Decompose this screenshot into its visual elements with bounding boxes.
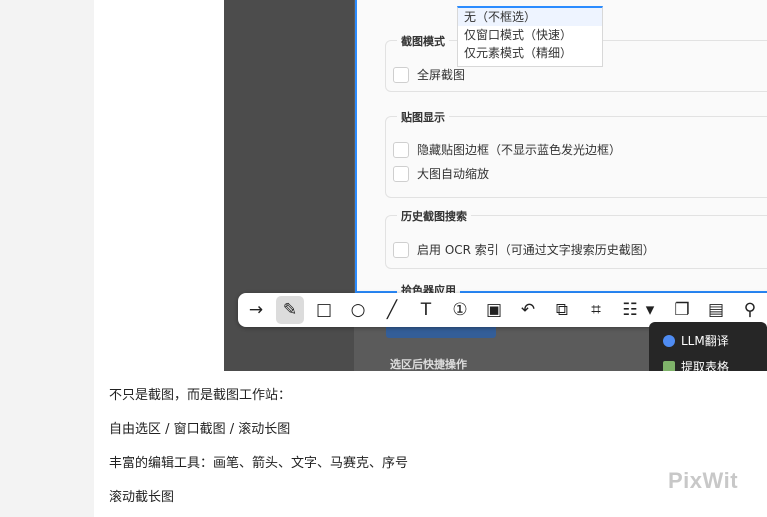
table-icon bbox=[663, 360, 675, 371]
embedded-screenshot: 截图模式 全屏截图 贴图显示 隐藏贴图边框（不显示蓝色发光边框） 大图自动缩放 … bbox=[224, 0, 767, 371]
checkbox[interactable] bbox=[393, 141, 409, 158]
article-line-intro: 不只是截图，而是截图工作站： bbox=[109, 388, 292, 403]
pen-icon[interactable]: ✎ bbox=[276, 296, 304, 324]
translate-icon[interactable]: ⧉ bbox=[548, 296, 576, 324]
dropdown-arrow-icon[interactable]: ▾ bbox=[642, 296, 658, 324]
pin-icon[interactable]: ⚲ bbox=[736, 296, 764, 324]
watermark-logo: PixWit bbox=[668, 468, 739, 493]
option-enable-ocr-index[interactable]: 启用 OCR 索引（可通过文字搜索历史截图） bbox=[393, 241, 655, 258]
quick-action-section-title: 选区后快捷操作 bbox=[390, 358, 467, 371]
menu-item-llm-translate[interactable]: LLM翻译 bbox=[663, 332, 729, 349]
dropdown-option-window[interactable]: 仅窗口模式（快速） bbox=[458, 26, 602, 44]
article-line-scroll-capture: 滚动截长图 bbox=[109, 490, 175, 505]
ai-icon[interactable]: ☷ bbox=[616, 296, 644, 324]
option-label: 全屏截图 bbox=[417, 68, 466, 82]
option-hide-pin-border[interactable]: 隐藏贴图边框（不显示蓝色发光边框） bbox=[393, 141, 621, 158]
option-label: 隐藏贴图边框（不显示蓝色发光边框） bbox=[417, 143, 622, 157]
checkbox[interactable] bbox=[393, 165, 409, 182]
mosaic-icon[interactable]: ▣ bbox=[480, 296, 508, 324]
group-title-history-search: 历史截图搜索 bbox=[397, 208, 471, 224]
option-fullscreen[interactable]: 全屏截图 bbox=[393, 66, 465, 83]
ocr-icon[interactable]: ⌗ bbox=[582, 296, 610, 324]
group-title-pin-display: 贴图显示 bbox=[397, 109, 449, 125]
option-label: 大图自动缩放 bbox=[417, 167, 490, 181]
undo-icon[interactable]: ↶ bbox=[514, 296, 542, 324]
menu-item-extract-table[interactable]: 提取表格 bbox=[663, 358, 729, 371]
article-line-capture-modes: 自由选区 / 窗口截图 / 滚动长图 bbox=[109, 422, 291, 437]
article-line-edit-tools: 丰富的编辑工具：画笔、箭头、文字、马赛克、序号 bbox=[109, 456, 409, 471]
group-title-capture-mode: 截图模式 bbox=[397, 33, 449, 49]
dropdown-option-none[interactable]: 无（不框选） bbox=[458, 8, 602, 26]
checkbox[interactable] bbox=[393, 241, 409, 258]
checkbox[interactable] bbox=[393, 66, 409, 83]
rectangle-icon[interactable]: □ bbox=[310, 296, 338, 324]
arrow-icon[interactable]: → bbox=[242, 296, 270, 324]
option-auto-scale[interactable]: 大图自动缩放 bbox=[393, 165, 489, 182]
menu-item-label: 提取表格 bbox=[681, 360, 730, 371]
dropdown-option-element[interactable]: 仅元素模式（精细） bbox=[458, 44, 602, 62]
save-icon[interactable]: ▤ bbox=[702, 296, 730, 324]
page-left-margin bbox=[0, 0, 94, 517]
globe-icon bbox=[663, 334, 675, 347]
option-label: 启用 OCR 索引（可通过文字搜索历史截图） bbox=[417, 243, 655, 257]
ellipse-icon[interactable]: ○ bbox=[344, 296, 372, 324]
number-icon[interactable]: ① bbox=[446, 296, 474, 324]
menu-item-label: LLM翻译 bbox=[681, 334, 729, 348]
settings-panel: 截图模式 全屏截图 贴图显示 隐藏贴图边框（不显示蓝色发光边框） 大图自动缩放 … bbox=[355, 0, 767, 298]
frame-mode-dropdown[interactable]: 无（不框选） 仅窗口模式（快速） 仅元素模式（精细） bbox=[457, 6, 603, 67]
line-icon[interactable]: ╱ bbox=[378, 296, 406, 324]
ai-action-menu: LLM翻译 提取表格 bbox=[649, 322, 767, 371]
copy-icon[interactable]: ❐ bbox=[668, 296, 696, 324]
text-icon[interactable]: T bbox=[412, 296, 440, 324]
